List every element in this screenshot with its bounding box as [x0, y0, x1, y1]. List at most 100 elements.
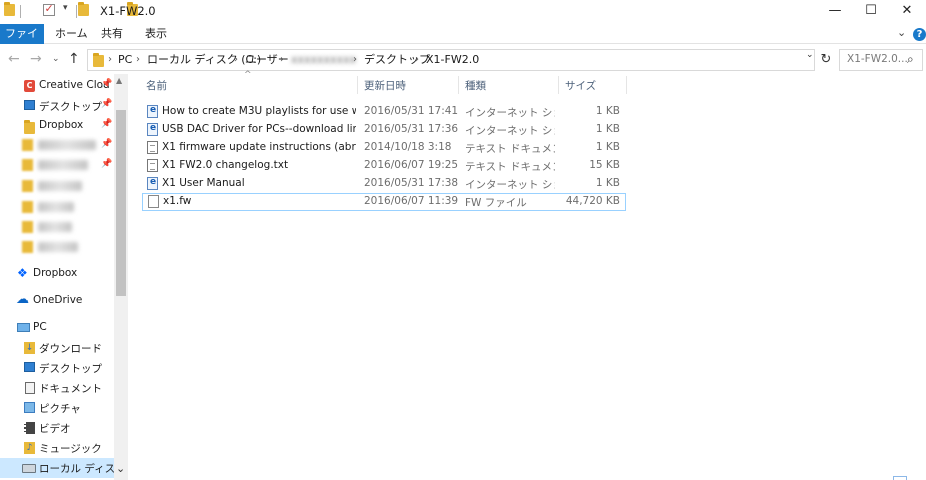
- search-icon[interactable]: ⌕: [907, 52, 914, 67]
- pin-icon[interactable]: 📌: [101, 79, 112, 89]
- column-header-date[interactable]: 更新日時: [364, 78, 406, 93]
- breadcrumb-chevron-icon[interactable]: ›: [415, 50, 419, 70]
- column-header-name[interactable]: 名前: [146, 78, 167, 93]
- nav-item-downloads[interactable]: ↓ ダウンロード: [0, 338, 114, 358]
- file-size: 15 KB: [589, 159, 620, 171]
- search-input[interactable]: X1-FW2.0... ⌕: [839, 49, 923, 71]
- breadcrumb-chevron-icon[interactable]: ›: [353, 50, 357, 70]
- forward-icon[interactable]: →: [30, 51, 42, 67]
- nav-item-pictures[interactable]: ピクチャ: [0, 398, 114, 418]
- close-button[interactable]: ✕: [884, 0, 926, 24]
- file-row[interactable]: X1 User Manual 2016/05/31 17:38 インターネット …: [142, 175, 626, 193]
- nav-item-videos[interactable]: ビデオ: [0, 418, 114, 438]
- file-row-selected[interactable]: x1.fw 2016/06/07 11:39 FW ファイル 44,720 KB: [142, 193, 626, 211]
- nav-item-documents[interactable]: ドキュメント: [0, 378, 114, 398]
- text-file-icon: [147, 159, 158, 172]
- nav-item-label: Dropbox: [33, 267, 78, 279]
- nav-item-label: Creative Clou: [39, 79, 110, 91]
- nav-item-label: ビデオ: [39, 423, 71, 435]
- tab-view[interactable]: 表示: [136, 24, 176, 44]
- pin-icon[interactable]: 📌: [101, 159, 112, 169]
- file-size: 44,720 KB: [565, 195, 620, 207]
- pc-icon: [17, 323, 30, 332]
- nav-item-dropbox[interactable]: ❖ Dropbox: [0, 264, 114, 284]
- creative-cloud-icon: C: [24, 80, 35, 92]
- nav-item-creative-cloud[interactable]: C Creative Clou 📌: [0, 76, 114, 96]
- breadcrumb-desktop[interactable]: デスクトップ: [364, 50, 430, 70]
- scrollbar-thumb[interactable]: [116, 110, 126, 296]
- nav-item-desktop[interactable]: デスクトップ 📌: [0, 96, 114, 116]
- breadcrumb-chevron-icon[interactable]: ›: [108, 50, 112, 70]
- customize-toolbar-icon[interactable]: ▾: [63, 3, 68, 13]
- nav-item-label: OneDrive: [33, 294, 83, 306]
- file-date: 2016/05/31 17:41: [364, 105, 459, 117]
- tab-share[interactable]: 共有: [92, 24, 132, 44]
- nav-item-label: ダウンロード: [39, 343, 102, 355]
- breadcrumb-chevron-icon[interactable]: ›: [280, 50, 284, 70]
- address-history-dropdown-icon[interactable]: ⌄: [806, 50, 814, 60]
- address-row: ← → ⌄ ↑ › PC › ローカル ディスク (C:) › ユーザー › x…: [0, 46, 926, 74]
- nav-item-blurred[interactable]: 📌: [0, 156, 114, 176]
- view-toggle-indicator[interactable]: [893, 476, 907, 480]
- local-disk-icon: [22, 464, 36, 473]
- blurred-folder-entry: [22, 159, 88, 173]
- tab-file[interactable]: ファイル: [0, 24, 44, 60]
- nav-item-desktop-pc[interactable]: デスクトップ: [0, 358, 114, 378]
- nav-item-label: ミュージック: [39, 443, 102, 455]
- scroll-up-icon[interactable]: ▲: [116, 76, 122, 85]
- breadcrumb-chevron-icon[interactable]: ›: [136, 50, 140, 70]
- downloads-icon: ↓: [24, 342, 35, 354]
- file-row[interactable]: USB DAC Driver for PCs--download link 20…: [142, 121, 626, 139]
- file-name: X1 User Manual: [162, 177, 245, 189]
- nav-item-dropbox-folder[interactable]: Dropbox 📌: [0, 116, 114, 136]
- pin-icon[interactable]: 📌: [101, 119, 112, 129]
- divider: [20, 5, 21, 18]
- navigation-scrollbar[interactable]: ▲: [114, 74, 128, 480]
- up-icon[interactable]: ↑: [68, 51, 80, 67]
- pictures-icon: [24, 402, 35, 413]
- help-icon[interactable]: ?: [913, 28, 926, 41]
- recent-locations-icon[interactable]: ⌄: [52, 54, 60, 64]
- nav-item-pc[interactable]: PC: [0, 318, 114, 338]
- nav-item-music[interactable]: ♪ ミュージック: [0, 438, 114, 458]
- column-header-type[interactable]: 種類: [465, 78, 486, 93]
- blurred-folder-entry[interactable]: [22, 241, 78, 255]
- breadcrumb-pc[interactable]: PC: [118, 50, 132, 70]
- column-divider[interactable]: [357, 76, 358, 94]
- breadcrumb-chevron-icon[interactable]: ›: [234, 50, 238, 70]
- file-row[interactable]: X1 FW2.0 changelog.txt 2016/06/07 19:25 …: [142, 157, 626, 175]
- music-icon: ♪: [24, 442, 35, 454]
- pin-icon[interactable]: 📌: [101, 139, 112, 149]
- breadcrumb-current-folder[interactable]: X1-FW2.0: [426, 50, 479, 70]
- file-row[interactable]: X1 firmware update instructions (abridge…: [142, 139, 626, 157]
- nav-item-label: PC: [33, 321, 47, 333]
- file-type: FW ファイル: [465, 197, 527, 209]
- breadcrumb-username[interactable]: xxxxxxxxxx: [291, 50, 356, 70]
- nav-item-onedrive[interactable]: ☁ OneDrive: [0, 291, 114, 311]
- tab-home[interactable]: ホーム: [46, 24, 97, 44]
- pin-icon[interactable]: 📌: [101, 99, 112, 109]
- onedrive-icon: ☁: [16, 292, 29, 307]
- nav-item-blurred[interactable]: 📌: [0, 136, 114, 156]
- folder-icon: [4, 2, 15, 16]
- column-divider[interactable]: [558, 76, 559, 94]
- file-date: 2014/10/18 3:18: [364, 141, 452, 153]
- column-divider[interactable]: [626, 76, 627, 94]
- expand-ribbon-icon[interactable]: ⌄: [897, 26, 906, 39]
- column-divider[interactable]: [458, 76, 459, 94]
- properties-icon[interactable]: [42, 2, 55, 16]
- address-bar[interactable]: › PC › ローカル ディスク (C:) › ユーザー › xxxxxxxxx…: [87, 49, 815, 71]
- blurred-folder-entry[interactable]: [22, 180, 82, 194]
- refresh-icon[interactable]: ↻: [817, 49, 835, 71]
- new-folder-icon[interactable]: [78, 2, 89, 16]
- blurred-folder-entry[interactable]: [22, 221, 72, 235]
- back-icon[interactable]: ←: [8, 51, 20, 67]
- nav-item-label: ピクチャ: [39, 403, 81, 415]
- file-row[interactable]: How to create M3U playlists for use with…: [142, 103, 626, 121]
- chevron-down-icon[interactable]: ⌄: [116, 462, 125, 475]
- nav-item-label: ローカル ディスク (C: [39, 463, 114, 475]
- nav-item-local-disk[interactable]: ローカル ディスク (C: [0, 458, 114, 478]
- column-header-size[interactable]: サイズ: [565, 78, 596, 93]
- folder-icon: [24, 120, 35, 134]
- blurred-folder-entry[interactable]: [22, 201, 74, 215]
